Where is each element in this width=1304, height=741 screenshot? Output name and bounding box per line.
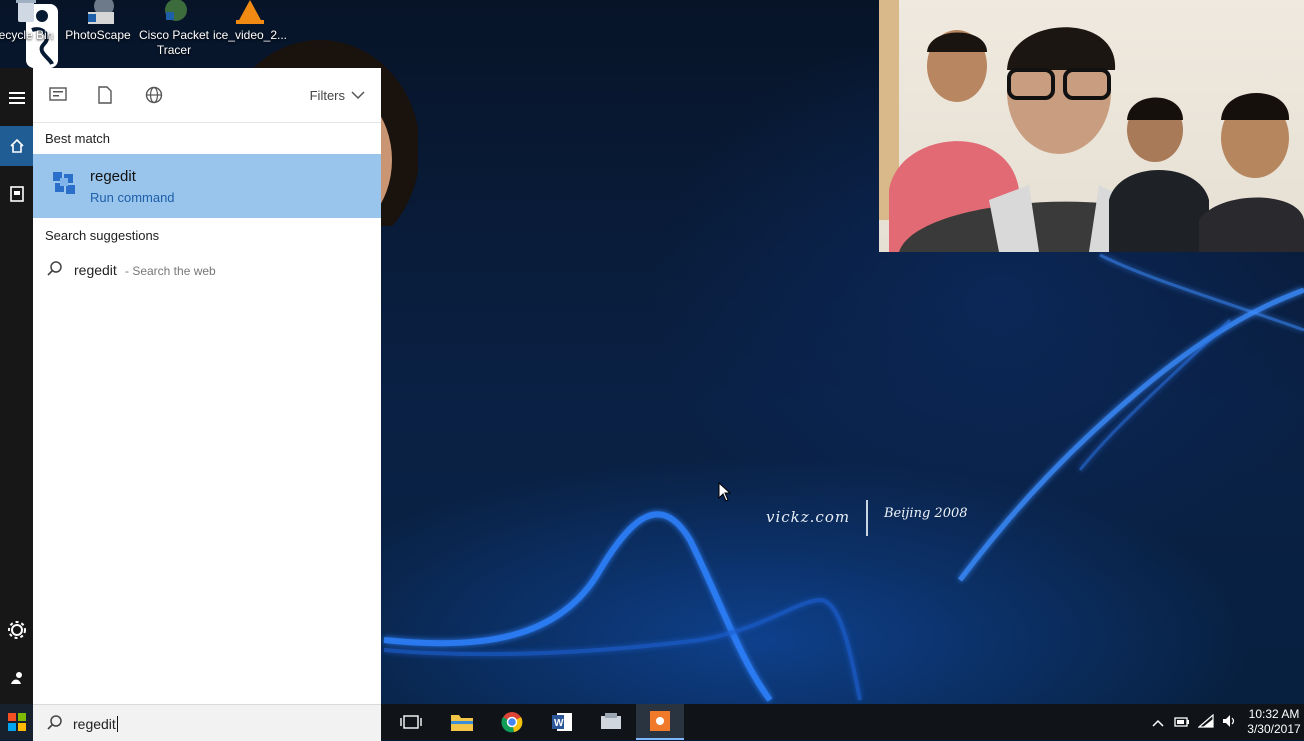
desktop-icon-label: Cisco Packet Tracer [138, 28, 210, 57]
recorder-icon [650, 711, 670, 731]
search-results-panel: Filters Best match regedit Run command S… [33, 68, 381, 704]
desktop-icon-cisco-packet-tracer[interactable]: Cisco Packet Tracer [134, 0, 214, 58]
word-button[interactable]: W [538, 704, 586, 740]
web-filter-icon[interactable] [144, 86, 164, 106]
taskbar-clock[interactable]: 10:32 AM 3/30/2017 [1244, 707, 1304, 737]
search-input[interactable]: regedit [73, 716, 118, 732]
clock-time: 10:32 AM [1248, 707, 1300, 721]
home-icon[interactable] [0, 126, 33, 166]
suggestion-query: regedit [74, 262, 117, 278]
search-filter-toolbar: Filters [33, 68, 381, 123]
word-icon: W [552, 713, 572, 731]
task-view-icon [400, 715, 422, 729]
recorder-button[interactable] [636, 704, 684, 740]
volume-icon[interactable] [1218, 714, 1242, 731]
desktop-icon-ice-video[interactable]: ice_video_2... [210, 0, 290, 43]
best-match-heading: Best match [45, 131, 111, 146]
search-suggestions-heading: Search suggestions [45, 228, 160, 243]
settings-icon[interactable] [0, 610, 33, 650]
desktop-icon-label: PhotoScape [65, 28, 131, 42]
suggestion-hint: - Search the web [125, 264, 216, 278]
clock-date: 3/30/2017 [1247, 722, 1301, 736]
windows-logo-icon [7, 713, 26, 731]
notebook-icon[interactable] [0, 174, 33, 214]
regedit-icon [53, 172, 75, 194]
file-explorer-icon [451, 715, 473, 731]
svg-text:W: W [554, 718, 564, 729]
photoscape-icon [88, 0, 114, 24]
task-view-button[interactable] [387, 704, 435, 740]
wallpaper-watermark: vickz.com [766, 508, 851, 526]
search-icon [47, 261, 62, 276]
best-match-result[interactable]: regedit Run command [33, 154, 381, 218]
search-input-value: regedit [73, 716, 116, 732]
mouse-cursor-icon [718, 482, 732, 502]
wifi-icon[interactable] [1194, 713, 1218, 731]
file-explorer-button[interactable] [438, 704, 486, 740]
webcam-overlay [879, 0, 1304, 252]
filters-label: Filters [309, 88, 345, 103]
chevron-down-icon [351, 91, 365, 100]
text-caret [116, 716, 118, 732]
best-match-subtitle: Run command [90, 190, 175, 205]
apps-filter-icon[interactable] [48, 86, 68, 106]
recycle-bin-icon [16, 0, 36, 22]
desktop-icon-label: ecycle Bin [0, 28, 54, 42]
documents-filter-icon[interactable] [95, 86, 115, 106]
search-icon [47, 715, 62, 730]
chrome-button[interactable] [488, 704, 536, 740]
best-match-name: regedit [90, 168, 136, 185]
webcam-people [879, 0, 1304, 252]
generic-app-button[interactable] [587, 704, 635, 740]
chevron-up-icon[interactable] [1146, 715, 1170, 730]
app-icon [601, 713, 621, 729]
desktop-icon-label: ice_video_2... [212, 28, 288, 42]
desktop-icon-photoscape[interactable]: PhotoScape [58, 0, 138, 43]
feedback-icon[interactable] [0, 658, 33, 698]
beijing-2008-text: Beijing 2008 [884, 506, 968, 521]
system-tray: 10:32 AM 3/30/2017 [1146, 704, 1304, 740]
desktop-icon-recycle-bin[interactable]: ecycle Bin [0, 0, 66, 43]
vlc-cone-icon [236, 0, 264, 24]
search-box[interactable]: regedit [33, 704, 381, 741]
start-button[interactable] [0, 704, 33, 740]
battery-icon[interactable] [1170, 715, 1194, 730]
wallpaper-divider [866, 500, 868, 536]
chrome-icon [501, 712, 523, 733]
hamburger-icon[interactable] [0, 78, 33, 118]
filters-dropdown[interactable]: Filters [310, 88, 365, 103]
cisco-packet-tracer-icon [165, 0, 187, 21]
search-suggestion-item[interactable]: regedit - Search the web [33, 258, 381, 284]
start-menu-rail [0, 68, 33, 704]
